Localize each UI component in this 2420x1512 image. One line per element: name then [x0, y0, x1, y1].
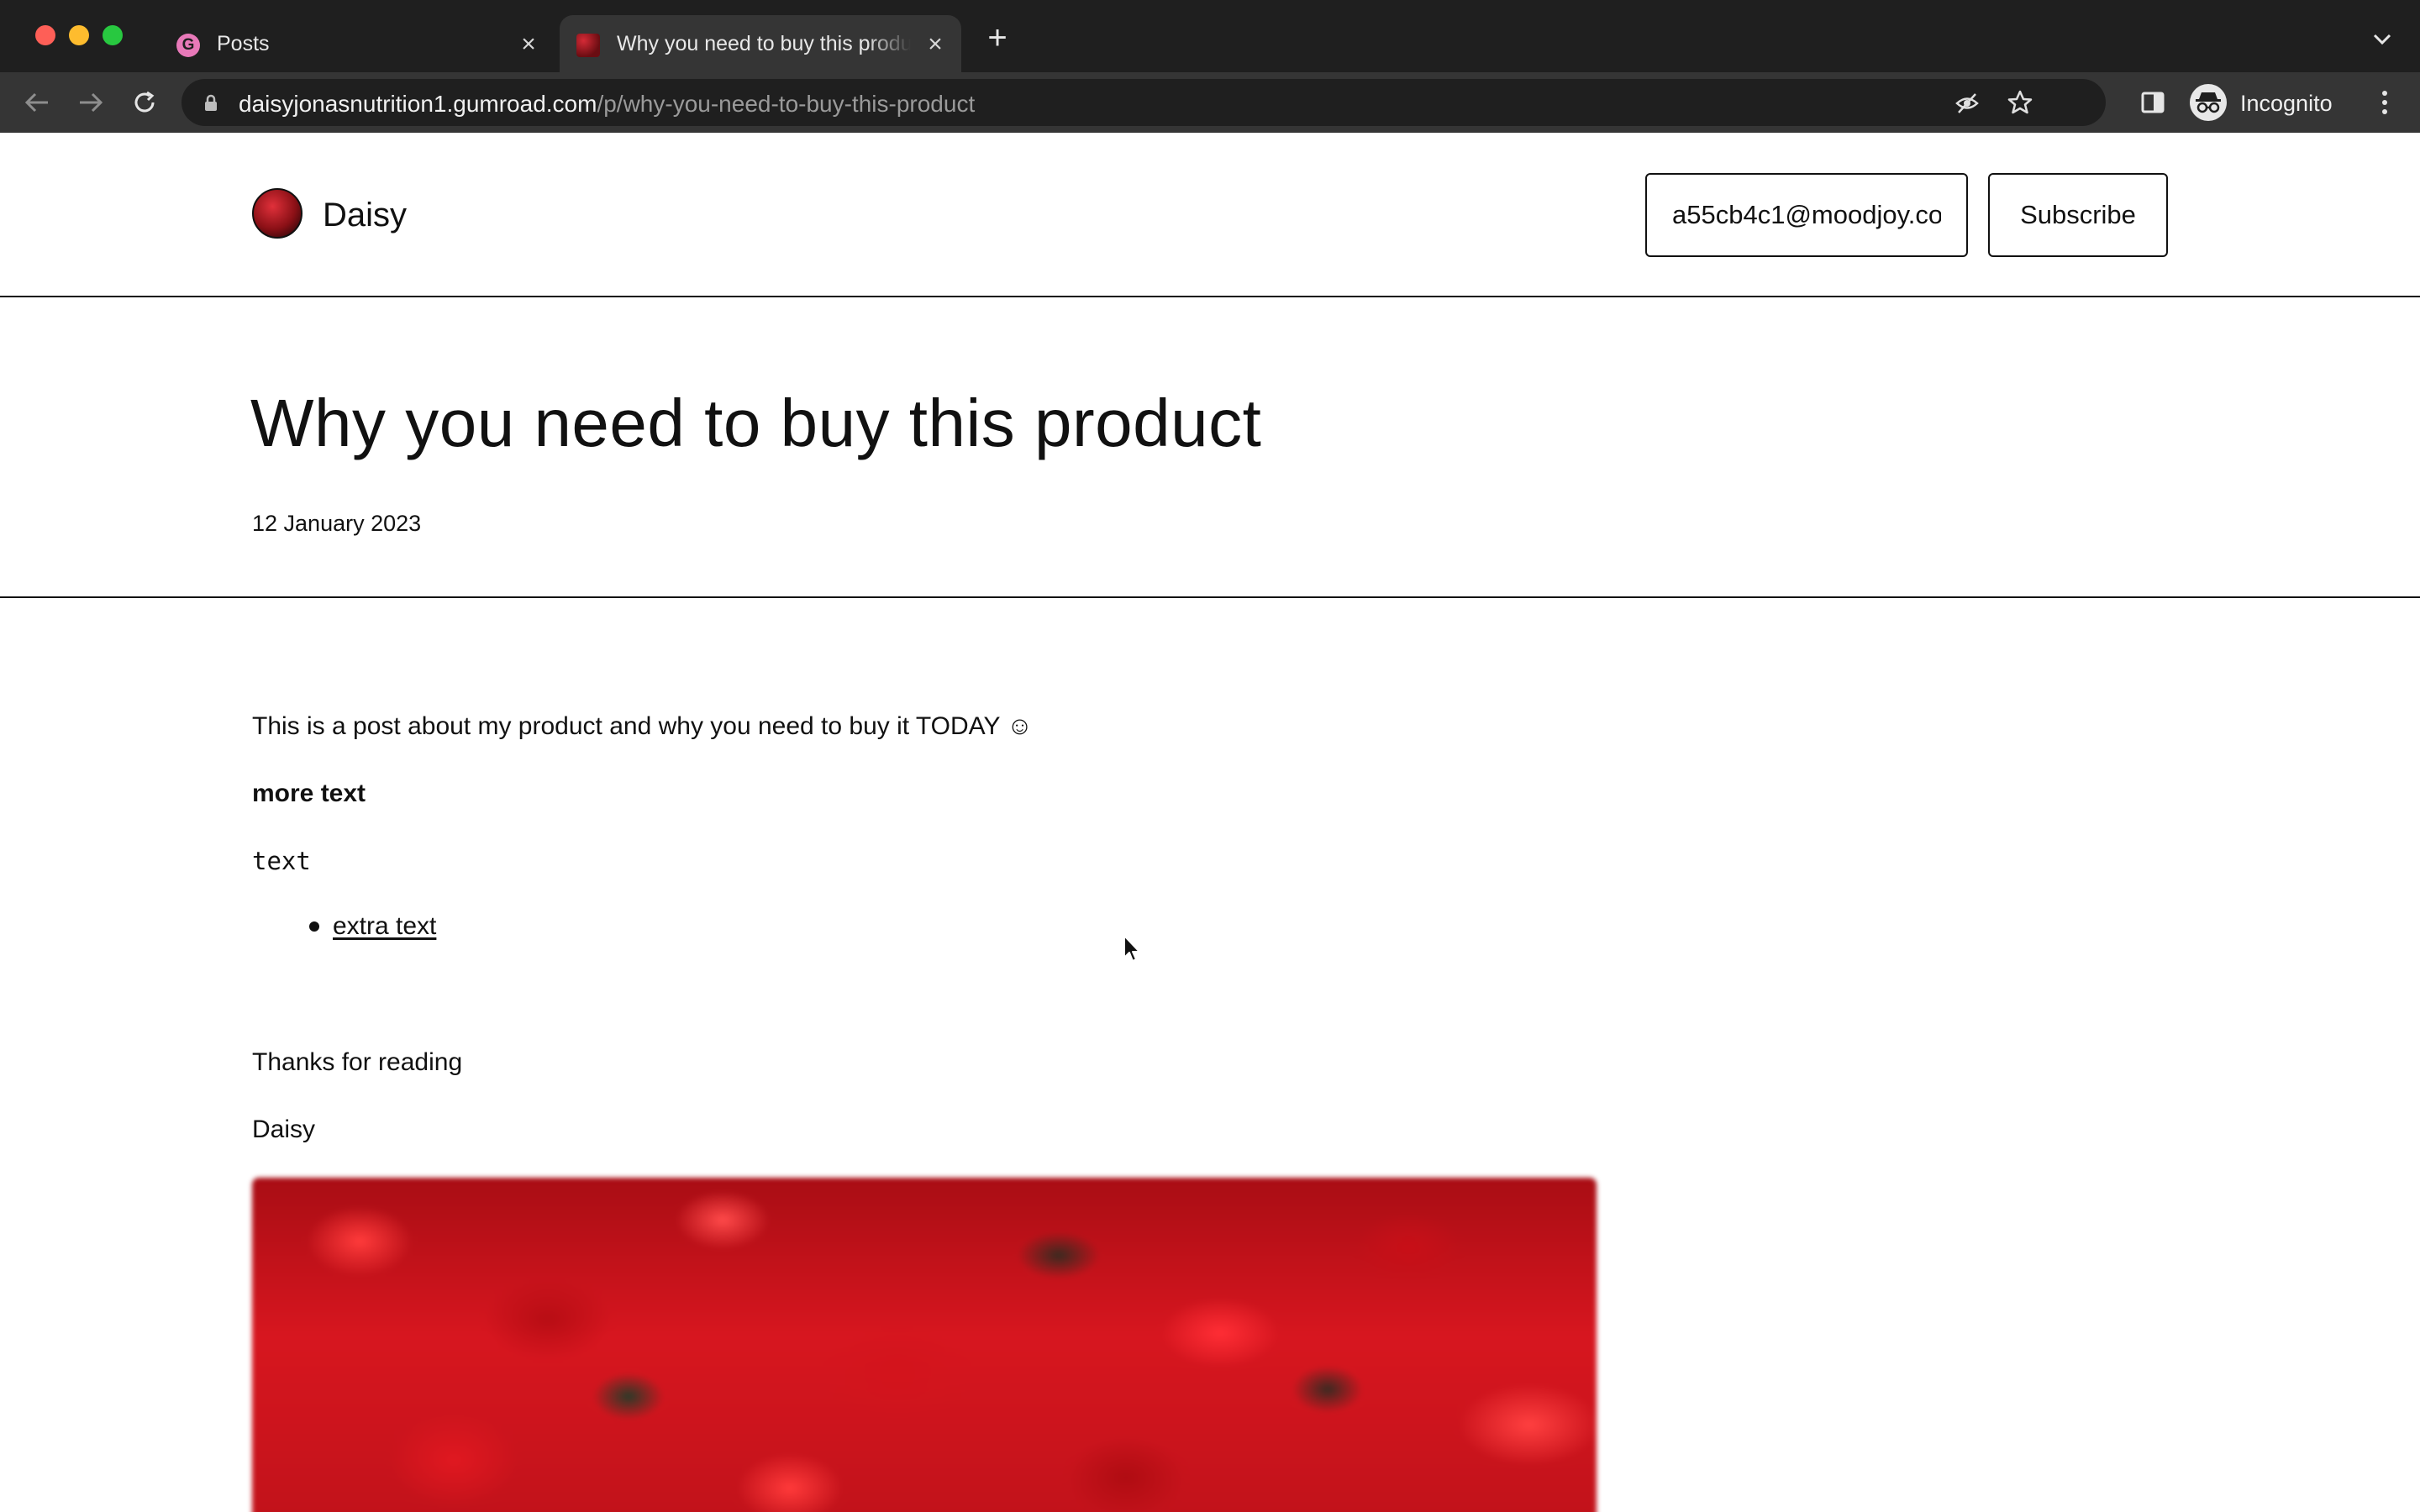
post-header: Why you need to buy this product 12 Janu…	[0, 297, 2420, 598]
url-host: daisyjonasnutrition1.gumroad.com	[239, 91, 597, 117]
avatar-favicon-icon	[576, 34, 600, 57]
incognito-profile-button[interactable]: Incognito	[2188, 81, 2353, 124]
gumroad-favicon-icon: G	[176, 34, 200, 57]
post-date: 12 January 2023	[252, 511, 422, 536]
post-paragraph-code: text	[252, 847, 311, 875]
creator-avatar[interactable]	[252, 188, 302, 239]
tab-post-active[interactable]: Why you need to buy this product ×	[560, 15, 961, 72]
window-minimize-button[interactable]	[69, 25, 89, 45]
post-paragraph-thanks: Thanks for reading	[252, 1048, 463, 1076]
tab-title: Why you need to buy this product	[617, 32, 911, 55]
post-title: Why you need to buy this product	[250, 386, 1262, 460]
page-viewport: Daisy Subscribe Why you need to buy this…	[0, 133, 2420, 1512]
forward-arrow-icon[interactable]	[76, 87, 106, 118]
extra-text-link[interactable]: extra text	[333, 912, 436, 941]
url-path: /p/why-you-need-to-buy-this-product	[597, 91, 976, 117]
side-panel-icon[interactable]	[2139, 89, 2166, 116]
post-image-red-flowers	[252, 1178, 1597, 1512]
tab-close-icon[interactable]: ×	[514, 30, 543, 59]
browser-tab-bar: G Posts × Why you need to buy this produ…	[0, 0, 2420, 72]
tab-title: Posts	[217, 32, 270, 55]
url-text[interactable]: daisyjonasnutrition1.gumroad.com/p/why-y…	[239, 91, 975, 118]
tab-close-icon[interactable]: ×	[921, 30, 950, 59]
incognito-label: Incognito	[2240, 91, 2333, 116]
mouse-cursor-icon	[1123, 935, 1140, 962]
incognito-icon	[2190, 84, 2227, 121]
bullet-dot-icon	[309, 921, 319, 932]
address-bar[interactable]: daisyjonasnutrition1.gumroad.com/p/why-y…	[182, 79, 2106, 126]
post-paragraph-intro: This is a post about my product and why …	[252, 712, 1033, 740]
eye-slash-icon[interactable]	[1954, 91, 1980, 116]
back-arrow-icon[interactable]	[22, 87, 52, 118]
window-close-button[interactable]	[35, 25, 55, 45]
browser-toolbar: daisyjonasnutrition1.gumroad.com/p/why-y…	[0, 72, 2420, 133]
tab-posts[interactable]: G Posts ×	[160, 15, 555, 72]
more-menu-icon[interactable]	[2371, 87, 2398, 118]
window-zoom-button[interactable]	[103, 25, 123, 45]
site-header: Daisy Subscribe	[0, 133, 2420, 297]
subscribe-email-input[interactable]	[1645, 173, 1968, 257]
reload-icon[interactable]	[129, 87, 160, 118]
tab-search-chevron-icon[interactable]	[2370, 27, 2395, 52]
post-paragraph-bold: more text	[252, 780, 366, 807]
new-tab-plus-icon[interactable]: +	[983, 21, 1012, 55]
creator-name[interactable]: Daisy	[323, 197, 407, 234]
post-signoff: Daisy	[252, 1116, 316, 1143]
bookmark-star-icon[interactable]	[2007, 89, 2033, 116]
subscribe-button[interactable]: Subscribe	[1988, 173, 2168, 257]
lock-icon[interactable]	[202, 93, 220, 112]
list-item: extra text	[309, 912, 436, 941]
